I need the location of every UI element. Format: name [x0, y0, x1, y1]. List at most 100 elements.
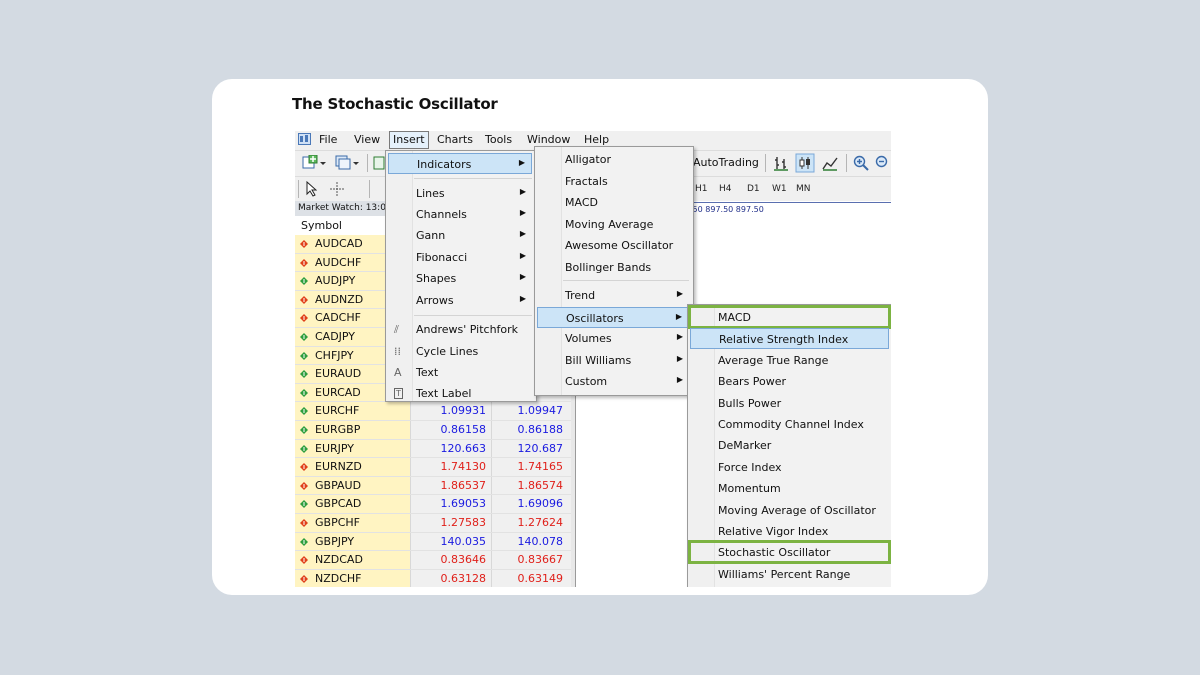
menu-item-indicator[interactable]: MACD: [537, 192, 689, 213]
menu-item-arrows[interactable]: Arrows ▶: [388, 290, 532, 311]
new-chart-icon[interactable]: [302, 155, 326, 171]
menu-file[interactable]: File: [319, 133, 337, 146]
menu-item-text[interactable]: A Text: [388, 362, 532, 383]
menu-item-label: Trend: [565, 289, 596, 302]
market-watch-icon[interactable]: [373, 155, 385, 171]
ask-value: 1.09947: [517, 404, 564, 418]
menu-help[interactable]: Help: [584, 133, 609, 146]
menu-item-group[interactable]: Trend ▶: [537, 285, 689, 306]
timeframe-d1[interactable]: D1: [747, 184, 760, 194]
menu-tools[interactable]: Tools: [485, 133, 512, 146]
table-row[interactable]: EURNZD 1.74130 1.74165: [295, 458, 571, 477]
menu-item-indicator[interactable]: Fractals: [537, 171, 689, 192]
symbol-name: AUDCHF: [315, 255, 362, 269]
bar-chart-icon[interactable]: [773, 155, 789, 171]
menu-item-oscillator[interactable]: Commodity Channel Index: [690, 414, 889, 435]
table-row[interactable]: GBPCHF 1.27583 1.27624: [295, 514, 571, 533]
timeframe-h4[interactable]: H4: [719, 184, 732, 194]
menu-item-oscillator[interactable]: DeMarker: [690, 435, 889, 456]
table-row[interactable]: EURCHF 1.09931 1.09947: [295, 402, 571, 421]
menu-item-oscillator[interactable]: Moving Average of Oscillator: [690, 500, 889, 521]
menu-item-oscillator[interactable]: Bears Power: [690, 371, 889, 392]
table-row[interactable]: GBPCAD 1.69053 1.69096: [295, 495, 571, 514]
chart-price-text: .50 897.50 897.50: [690, 205, 764, 214]
menu-item-label: Cycle Lines: [416, 345, 479, 358]
menu-item-oscillator[interactable]: Force Index: [690, 457, 889, 478]
menu-item-indicator[interactable]: Moving Average: [537, 214, 689, 235]
menu-item-oscillator[interactable]: Bulls Power: [690, 393, 889, 414]
bid-value: 1.09931: [440, 404, 487, 418]
submenu-arrow-icon: ▶: [519, 251, 526, 260]
table-row[interactable]: NZDCHF 0.63128 0.63149: [295, 569, 571, 587]
highlight-outline: [688, 305, 891, 329]
menu-window[interactable]: Window: [527, 133, 570, 146]
column-symbol[interactable]: Symbol: [301, 219, 342, 232]
symbol-cell: EURJPY: [295, 439, 411, 458]
symbol-cell: GBPJPY: [295, 532, 411, 551]
menu-item-oscillator[interactable]: Relative Strength Index: [690, 328, 889, 350]
menu-item-oscillator[interactable]: Average True Range: [690, 350, 889, 371]
menu-item-label: Shapes: [416, 272, 457, 285]
cursor-icon[interactable]: [305, 181, 317, 197]
timeframe-w1[interactable]: W1: [772, 184, 787, 194]
table-row[interactable]: GBPJPY 140.035 140.078: [295, 532, 571, 552]
profiles-icon[interactable]: [335, 155, 359, 171]
crosshair-icon[interactable]: [329, 181, 345, 197]
menu-item-label: Custom: [565, 375, 608, 388]
menu-item-indicators[interactable]: Indicators ▶: [388, 153, 532, 174]
arrow-down-icon: [300, 463, 308, 472]
ask-value: 0.63149: [517, 571, 564, 585]
bid-value: 140.035: [440, 534, 487, 548]
menu-item-oscillator[interactable]: Williams' Percent Range: [690, 564, 889, 585]
zoom-out-icon[interactable]: [875, 155, 891, 171]
autotrading-button[interactable]: AutoTrading: [693, 156, 759, 169]
candlestick-icon[interactable]: [795, 153, 815, 173]
timeframe-h1[interactable]: H1: [695, 184, 708, 194]
menu-charts[interactable]: Charts: [437, 133, 473, 146]
menu-item-group[interactable]: Custom ▶: [537, 371, 689, 392]
menu-item-andrews-pitchfork[interactable]: ⫽ Andrews' Pitchfork: [388, 319, 532, 340]
table-row[interactable]: EURGBP 0.86158 0.86188: [295, 421, 571, 440]
menu-item-group[interactable]: Volumes ▶: [537, 328, 689, 349]
submenu-arrow-icon: ▶: [675, 311, 682, 321]
menu-item-shapes[interactable]: Shapes ▶: [388, 268, 532, 289]
menu-view[interactable]: View: [354, 133, 380, 146]
symbol-name: EURCHF: [315, 404, 360, 418]
menu-item-cycle-lines[interactable]: ⁞⁞ Cycle Lines: [388, 341, 532, 362]
line-chart-icon[interactable]: [822, 155, 838, 171]
menu-item-indicator[interactable]: Awesome Oscillator: [537, 235, 689, 256]
menu-item-gann[interactable]: Gann ▶: [388, 225, 532, 246]
menu-item-indicator[interactable]: Bollinger Bands: [537, 257, 689, 278]
table-row[interactable]: EURJPY 120.663 120.687: [295, 439, 571, 459]
submenu-arrow-icon: ▶: [519, 272, 526, 281]
arrow-down-icon: [300, 481, 308, 490]
menu-item-oscillator[interactable]: Relative Vigor Index: [690, 521, 889, 542]
symbol-name: AUDJPY: [315, 274, 356, 288]
arrow-down-icon: [300, 556, 308, 565]
menu-item-channels[interactable]: Channels ▶: [388, 204, 532, 225]
symbol-name: EURAUD: [315, 367, 362, 381]
menu-item-group[interactable]: Oscillators ▶: [537, 306, 689, 328]
page-title: The Stochastic Oscillator: [292, 95, 498, 113]
toolbar-separator: [846, 154, 847, 172]
arrow-up-icon: [300, 444, 308, 453]
menu-item-text-label[interactable]: T Text Label: [388, 383, 532, 404]
menu-item-oscillator[interactable]: Momentum: [690, 478, 889, 499]
menu-item-lines[interactable]: Lines ▶: [388, 183, 532, 204]
table-row[interactable]: NZDCAD 0.83646 0.83667: [295, 551, 571, 570]
timeframe-mn[interactable]: MN: [796, 184, 811, 194]
menu-separator: [563, 280, 689, 281]
menu-item-label: Oscillators: [566, 311, 624, 325]
menu-item-fibonacci[interactable]: Fibonacci ▶: [388, 247, 532, 268]
menu-item-label: Indicators: [417, 158, 472, 171]
menu-item-group[interactable]: Bill Williams ▶: [537, 350, 689, 371]
menu-item-label: Arrows: [416, 294, 454, 307]
arrow-down-icon: [300, 240, 308, 248]
menu-insert[interactable]: Insert: [389, 131, 429, 149]
menu-item-label: Fibonacci: [416, 251, 468, 264]
table-row[interactable]: GBPAUD 1.86537 1.86574: [295, 476, 571, 496]
zoom-in-icon[interactable]: [853, 155, 869, 171]
menu-item-indicator[interactable]: Alligator: [537, 149, 689, 170]
insert-menu: Indicators ▶ Lines ▶ Channels ▶ Gann ▶ F…: [385, 150, 537, 402]
symbol-name: EURGBP: [315, 423, 361, 436]
